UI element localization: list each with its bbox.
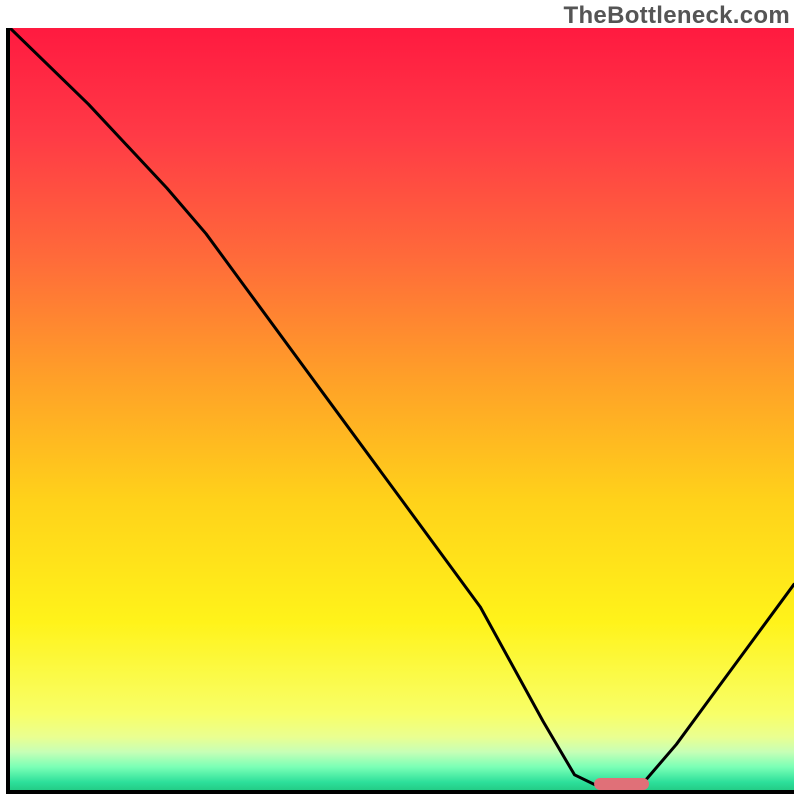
chart-overlay-svg [10,28,794,790]
chart-container: TheBottleneck.com [0,0,800,800]
optimum-marker [594,778,649,790]
watermark-text: TheBottleneck.com [564,2,790,30]
plot-frame [6,28,794,794]
bottleneck-curve [10,28,794,790]
